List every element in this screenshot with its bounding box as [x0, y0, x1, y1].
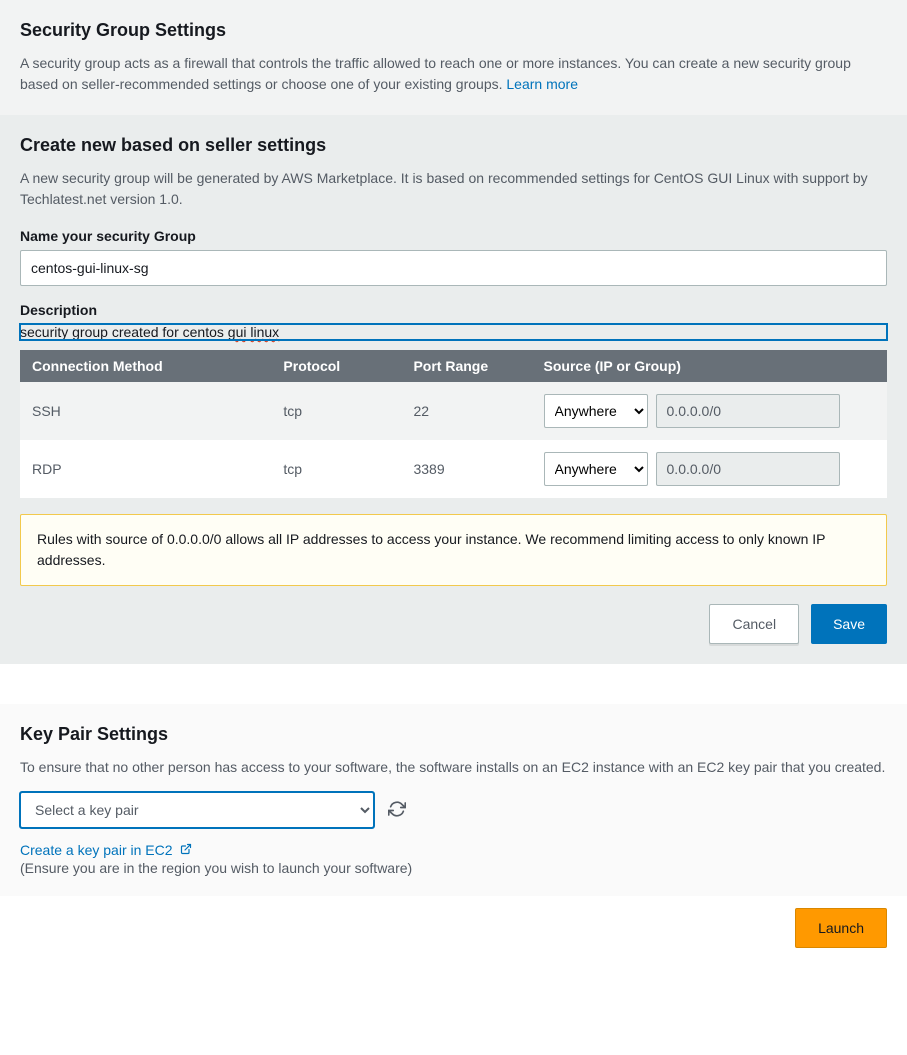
key-pair-title: Key Pair Settings	[20, 724, 887, 745]
source-ip-input[interactable]	[656, 394, 840, 428]
key-pair-hint: (Ensure you are in the region you wish t…	[20, 860, 887, 876]
key-pair-select[interactable]: Select a key pair	[20, 792, 374, 828]
security-group-title: Security Group Settings	[20, 20, 887, 41]
create-new-description: A new security group will be generated b…	[20, 168, 887, 210]
cell-method: SSH	[20, 382, 271, 440]
col-source: Source (IP or Group)	[532, 350, 887, 382]
source-warning: Rules with source of 0.0.0.0/0 allows al…	[20, 514, 887, 586]
source-select[interactable]: Anywhere	[544, 452, 648, 486]
col-port: Port Range	[401, 350, 531, 382]
cancel-button[interactable]: Cancel	[709, 604, 799, 644]
spacer	[0, 664, 907, 704]
security-group-settings-panel: Security Group Settings A security group…	[0, 0, 907, 115]
sg-desc-label: Description	[20, 302, 887, 318]
launch-button[interactable]: Launch	[795, 908, 887, 948]
refresh-icon[interactable]	[388, 800, 406, 821]
sg-name-label: Name your security Group	[20, 228, 887, 244]
table-row: RDPtcp3389 Anywhere	[20, 440, 887, 498]
sg-desc-input[interactable]: security group created for centos gui li…	[20, 324, 887, 340]
external-link-icon	[180, 843, 192, 855]
create-keypair-row: Create a key pair in EC2	[20, 842, 887, 858]
table-row: SSHtcp22 Anywhere	[20, 382, 887, 440]
cell-source: Anywhere	[532, 440, 887, 498]
rules-header-row: Connection Method Protocol Port Range So…	[20, 350, 887, 382]
key-pair-row: Select a key pair	[20, 792, 887, 828]
sg-button-row: Cancel Save	[20, 604, 887, 644]
save-button[interactable]: Save	[811, 604, 887, 644]
col-protocol: Protocol	[271, 350, 401, 382]
rules-table: Connection Method Protocol Port Range So…	[20, 350, 887, 498]
create-keypair-link[interactable]: Create a key pair in EC2	[20, 842, 192, 858]
cell-port: 3389	[401, 440, 531, 498]
create-new-sg-panel: Create new based on seller settings A ne…	[0, 115, 907, 664]
footer-bar: Launch	[0, 896, 907, 954]
cell-protocol: tcp	[271, 382, 401, 440]
security-group-description: A security group acts as a firewall that…	[20, 53, 887, 95]
create-new-title: Create new based on seller settings	[20, 135, 887, 156]
learn-more-link[interactable]: Learn more	[506, 76, 578, 92]
cell-protocol: tcp	[271, 440, 401, 498]
source-ip-input[interactable]	[656, 452, 840, 486]
key-pair-description: To ensure that no other person has acces…	[20, 757, 887, 778]
sg-name-field: Name your security Group	[20, 228, 887, 286]
sg-desc-field: Description security group created for c…	[20, 302, 887, 340]
cell-source: Anywhere	[532, 382, 887, 440]
sg-name-input[interactable]	[20, 250, 887, 286]
col-method: Connection Method	[20, 350, 271, 382]
source-select[interactable]: Anywhere	[544, 394, 648, 428]
key-pair-panel: Key Pair Settings To ensure that no othe…	[0, 704, 907, 896]
cell-port: 22	[401, 382, 531, 440]
cell-method: RDP	[20, 440, 271, 498]
